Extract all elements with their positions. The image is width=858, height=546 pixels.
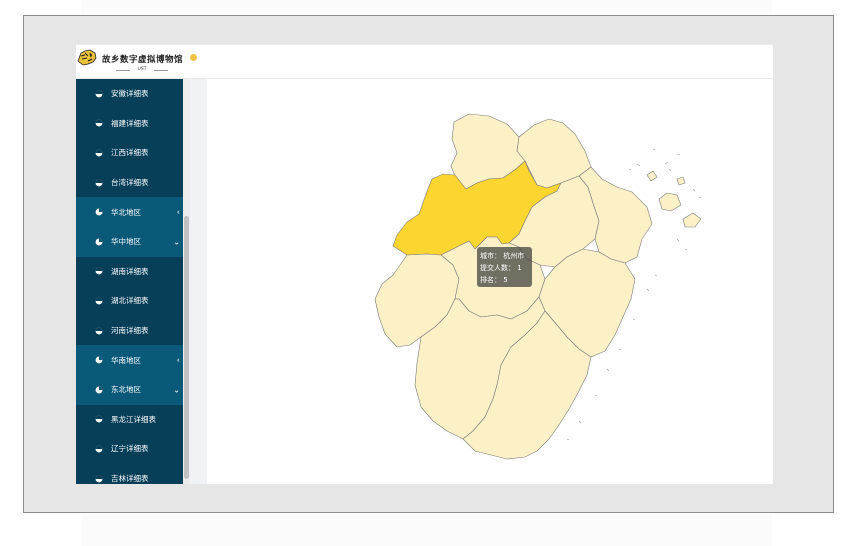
tooltip-city-row: 城市： 杭州市	[480, 252, 525, 260]
pie-chart-icon	[95, 475, 103, 482]
sidebar-item-label: 辽宁详细表	[111, 444, 149, 454]
sidebar-item-label: 吉林详细表	[111, 474, 149, 484]
sidebar-item-label: 安徽详细表	[111, 89, 149, 99]
region-zhoushan-island[interactable]	[676, 176, 686, 186]
sidebar-group[interactable]: 华中地区 ⌄	[76, 226, 183, 257]
scrollbar-thumb[interactable]	[184, 216, 189, 479]
sidebar-item[interactable]: 江西详细表	[76, 138, 183, 168]
sidebar-item-label: 湖北详细表	[111, 296, 149, 306]
sidebar-item[interactable]: 湖北详细表	[76, 286, 183, 316]
sidebar-item[interactable]: 福建详细表	[76, 108, 183, 139]
sidebar-item[interactable]: 黑龙江详细表	[76, 404, 183, 435]
sidebar-group[interactable]: 华北地区 ‹	[76, 197, 183, 227]
sidebar-item-label: 江西详细表	[111, 148, 149, 158]
region-zhoushan-island[interactable]	[646, 170, 658, 182]
pie-chart-icon	[95, 415, 103, 423]
chevron-left-icon[interactable]: ‹	[177, 356, 180, 365]
sidebar-item[interactable]: 台湾详细表	[76, 167, 183, 198]
app-window: 故乡数字虚拟博物馆 UST 安徽详细表 福建详细表 江西详细表 台湾详细表 华北地区 ‹ 华…	[76, 44, 773, 484]
header-divider	[76, 44, 773, 45]
sidebar-item-label: 华中地区	[111, 237, 141, 247]
pie-chart-icon	[95, 119, 103, 127]
content-gutter	[190, 79, 207, 484]
sidebar-item-label: 华南地区	[111, 355, 141, 365]
sidebar-group[interactable]: 华南地区 ‹	[76, 345, 183, 375]
sidebar-group[interactable]: 东北地区 ⌄	[76, 374, 183, 405]
pie-chart-icon	[95, 179, 103, 187]
sidebar-item[interactable]: 安徽详细表	[76, 79, 183, 109]
pie-chart-icon	[95, 90, 103, 98]
chevron-down-icon[interactable]: ⌄	[173, 385, 180, 394]
sidebar-item-label: 东北地区	[111, 385, 141, 395]
pie-chart-icon	[95, 208, 103, 216]
sidebar-item[interactable]: 河南详细表	[76, 315, 183, 346]
map-tooltip: 城市： 杭州市 提交人数： 1 排名： 5	[477, 247, 532, 287]
pie-chart-icon	[95, 386, 103, 394]
map-panel: 城市： 杭州市 提交人数： 1 排名： 5	[207, 79, 773, 484]
sidebar-item-label: 河南详细表	[111, 326, 149, 336]
page-bottom-strip	[82, 514, 772, 546]
region-zhoushan[interactable]	[658, 192, 682, 212]
status-dot	[190, 54, 197, 61]
sidebar-item-label: 黑龙江详细表	[111, 414, 156, 424]
pie-chart-icon	[95, 327, 103, 334]
region-zhoushan-island[interactable]	[682, 212, 702, 228]
sidebar-item[interactable]: 湖南详细表	[76, 256, 183, 287]
header-bar: 故乡数字虚拟博物馆 UST	[76, 44, 773, 79]
pie-chart-icon	[95, 267, 103, 275]
chevron-left-icon[interactable]: ‹	[177, 208, 180, 217]
sidebar-item-label: 台湾详细表	[111, 178, 149, 188]
chevron-down-icon[interactable]: ⌄	[173, 237, 180, 246]
sidebar-item[interactable]: 辽宁详细表	[76, 434, 183, 464]
sidebar-item-label: 湖南详细表	[111, 266, 149, 276]
app-title: 故乡数字虚拟博物馆	[102, 55, 184, 65]
pie-chart-icon	[95, 297, 103, 305]
pie-chart-icon	[95, 149, 103, 157]
pie-chart-icon	[95, 445, 103, 453]
page-top-strip	[82, 0, 772, 15]
tooltip-count-row: 提交人数： 1	[480, 264, 522, 272]
sidebar-menu: 安徽详细表福建详细表江西详细表台湾详细表华北地区 ‹ 华中地区 ⌄ 湖南详细表湖北详细表…	[76, 79, 183, 484]
pie-chart-icon	[95, 238, 103, 246]
tiger-logo-icon[interactable]	[76, 47, 98, 69]
sidebar-item-label: 福建详细表	[111, 118, 149, 128]
pie-chart-icon	[95, 356, 103, 364]
tooltip-rank-row: 排名： 5	[480, 276, 508, 284]
sidebar-item-label: 华北地区	[111, 207, 141, 217]
sidebar-scrollbar[interactable]	[183, 79, 190, 484]
app-subtitle: UST	[116, 66, 168, 74]
sidebar-item[interactable]: 吉林详细表	[76, 463, 183, 484]
